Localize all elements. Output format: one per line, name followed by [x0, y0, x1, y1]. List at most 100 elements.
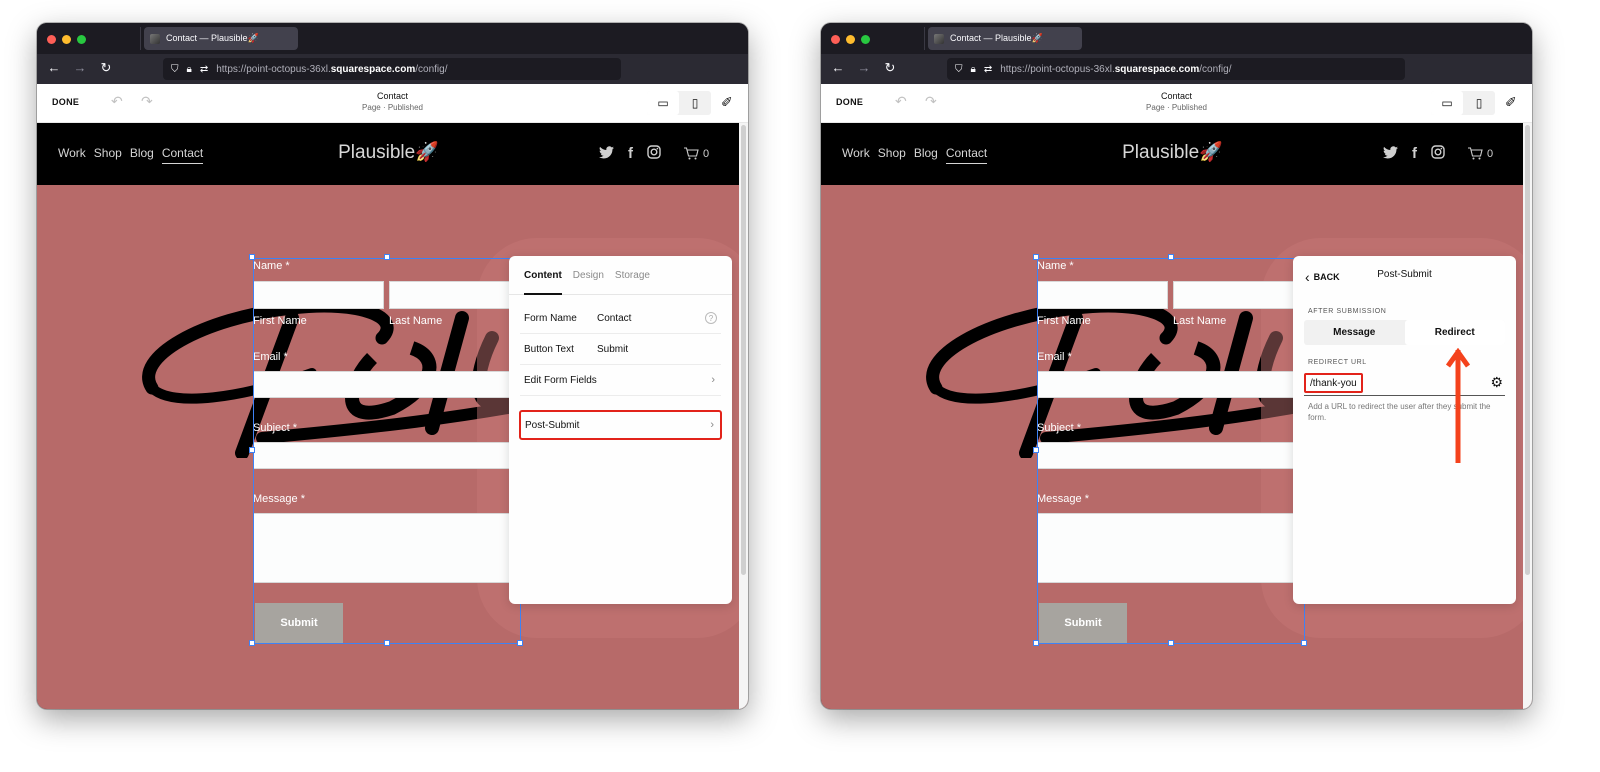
tab-title: Contact — Plausible🚀 [166, 33, 259, 43]
url-domain: squarespace.com [1114, 63, 1200, 75]
url-path: /config/ [415, 63, 448, 75]
url-text[interactable]: https://point-octopus-36xl.squarespace.c… [1000, 64, 1231, 75]
desktop-view-button[interactable]: ▭ [647, 91, 679, 115]
shield-icon[interactable]: ⛉ [171, 64, 179, 75]
favicon-icon [150, 33, 160, 44]
page-info: Contact Page · Published [821, 91, 1532, 112]
paintbrush-icon[interactable]: ✐ [1505, 94, 1517, 111]
close-window-button[interactable] [47, 35, 56, 44]
reload-icon[interactable]: ↻ [93, 60, 119, 76]
page-title: Contact [376, 91, 409, 101]
forward-arrow-icon[interactable]: → [851, 60, 877, 76]
browser-tab[interactable]: Contact — Plausible🚀 [928, 27, 1082, 50]
resize-handle[interactable] [1301, 640, 1307, 646]
resize-handle[interactable] [1168, 254, 1174, 260]
close-window-button[interactable] [831, 35, 840, 44]
form-block[interactable]: Name * First Name Last Name Email * Subj… [1033, 254, 1313, 646]
after-submission-label: AFTER SUBMISSION [1308, 308, 1387, 315]
lock-icon[interactable]: 🔒︎ [971, 64, 976, 75]
twitter-icon[interactable] [599, 145, 614, 162]
resize-handle[interactable] [1033, 640, 1039, 646]
resize-handle[interactable] [249, 447, 255, 453]
tab-separator [924, 27, 925, 50]
device-toggle: ▭ ▯ [1431, 91, 1495, 115]
shield-icon[interactable]: ⛉ [955, 64, 963, 75]
chevron-right-icon: › [711, 374, 715, 386]
resize-handle[interactable] [517, 640, 523, 646]
mobile-view-button[interactable]: ▯ [679, 91, 711, 115]
post-submit-row[interactable]: Post-Submit › [519, 410, 722, 440]
resize-handle[interactable] [1033, 447, 1039, 453]
minimize-window-button[interactable] [846, 35, 855, 44]
browser-tab[interactable]: Contact — Plausible🚀 [144, 27, 298, 50]
form-block[interactable]: Name * First Name Last Name Email * Subj… [249, 254, 529, 646]
editor-toolbar: DONE ↶ ↷ Contact Page · Published ▭ ▯ ✐ [37, 84, 748, 123]
lock-icon[interactable]: 🔒︎ [187, 64, 192, 75]
cart-count: 0 [1487, 147, 1494, 160]
twitter-icon[interactable] [1383, 145, 1398, 162]
instagram-icon[interactable] [1431, 145, 1445, 162]
facebook-icon[interactable]: f [628, 145, 633, 162]
reload-icon[interactable]: ↻ [877, 60, 903, 76]
resize-handle[interactable] [249, 254, 255, 260]
social-links: f 0 [1383, 145, 1493, 162]
window-controls [47, 35, 86, 44]
panel-tabs: Content Design Storage [509, 256, 732, 295]
site-viewport: Work Shop Blog Contact Plausible🚀 f 0 Na… [821, 123, 1532, 709]
panel-title: Post-Submit [1377, 269, 1432, 280]
help-icon[interactable]: ? [705, 312, 717, 324]
resize-handle[interactable] [1168, 640, 1174, 646]
form-settings-panel: Content Design Storage Form Name Contact… [509, 256, 732, 604]
maximize-window-button[interactable] [861, 35, 870, 44]
row-label: Button Text [524, 343, 574, 355]
mobile-view-button[interactable]: ▯ [1463, 91, 1495, 115]
cart-link[interactable]: 0 [683, 147, 709, 160]
permissions-icon[interactable]: ⇄ [984, 64, 992, 75]
url-prefix: https://point-octopus-36xl. [216, 63, 331, 75]
maximize-window-button[interactable] [77, 35, 86, 44]
form-name-value[interactable]: Contact [597, 313, 631, 324]
button-text-value[interactable]: Submit [597, 344, 628, 355]
redirect-url-input[interactable]: /thank-you [1304, 373, 1363, 393]
url-domain: squarespace.com [330, 63, 416, 75]
minimize-window-button[interactable] [62, 35, 71, 44]
cart-link[interactable]: 0 [1467, 147, 1493, 160]
desktop-icon: ▭ [657, 96, 669, 110]
url-text[interactable]: https://point-octopus-36xl.squarespace.c… [216, 64, 447, 75]
form-name-row[interactable]: Form Name Contact ? [520, 303, 721, 334]
back-arrow-icon[interactable]: ← [41, 60, 67, 76]
resize-handle[interactable] [384, 254, 390, 260]
tab-storage[interactable]: Storage [615, 270, 650, 294]
page-title: Contact [1160, 91, 1193, 101]
desktop-view-button[interactable]: ▭ [1431, 91, 1463, 115]
button-text-row[interactable]: Button Text Submit [520, 334, 721, 365]
paintbrush-icon[interactable]: ✐ [721, 94, 733, 111]
permissions-icon[interactable]: ⇄ [200, 64, 208, 75]
url-bar[interactable]: ⛉ 🔒︎ ⇄ https://point-octopus-36xl.square… [947, 58, 1405, 80]
back-arrow-icon[interactable]: ← [825, 60, 851, 76]
tab-content[interactable]: Content [524, 270, 562, 295]
redirect-option[interactable]: Redirect [1404, 320, 1505, 345]
chevron-right-icon: › [710, 419, 714, 431]
scrollbar-thumb[interactable] [1525, 125, 1530, 575]
gear-icon[interactable]: ⚙ [1490, 374, 1503, 391]
redirect-url-field[interactable]: /thank-you ⚙ [1304, 371, 1505, 396]
url-path: /config/ [1199, 63, 1232, 75]
resize-handle[interactable] [384, 640, 390, 646]
url-bar[interactable]: ⛉ 🔒︎ ⇄ https://point-octopus-36xl.square… [163, 58, 621, 80]
tab-design[interactable]: Design [573, 270, 604, 294]
device-toggle: ▭ ▯ [647, 91, 711, 115]
scrollbar-thumb[interactable] [741, 125, 746, 575]
site-logo-text: Plausible🚀 [1122, 142, 1223, 163]
resize-handle[interactable] [249, 640, 255, 646]
message-option[interactable]: Message [1304, 320, 1405, 345]
edit-form-fields-row[interactable]: Edit Form Fields › [520, 365, 721, 396]
site-header: Work Shop Blog Contact Plausible🚀 f 0 [37, 123, 748, 185]
forward-arrow-icon[interactable]: → [67, 60, 93, 76]
panel-header: ‹ BACK Post-Submit [1293, 256, 1516, 294]
browser-window-right: Contact — Plausible🚀 ← → ↻ ⛉ 🔒︎ ⇄ https:… [821, 23, 1532, 709]
facebook-icon[interactable]: f [1412, 145, 1417, 162]
resize-handle[interactable] [1033, 254, 1039, 260]
instagram-icon[interactable] [647, 145, 661, 162]
url-prefix: https://point-octopus-36xl. [1000, 63, 1115, 75]
